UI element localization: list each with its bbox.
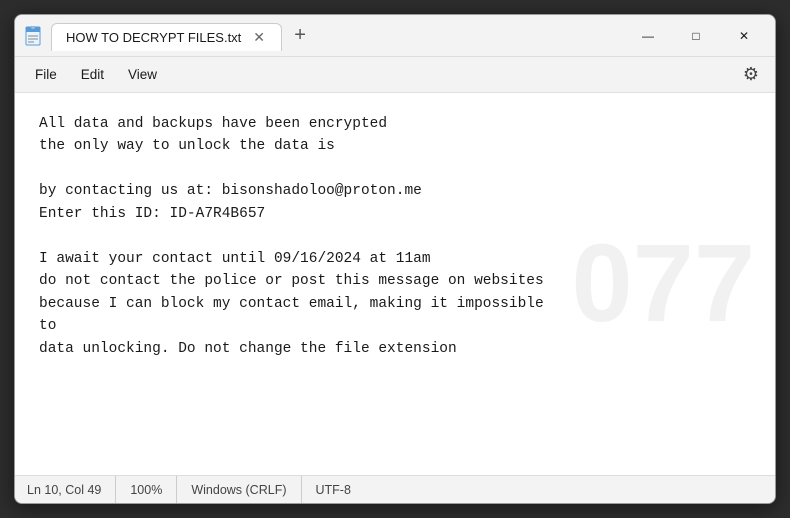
tab-title: HOW TO DECRYPT FILES.txt xyxy=(66,30,241,45)
window-controls: — □ ✕ xyxy=(625,20,767,52)
menu-view[interactable]: View xyxy=(116,63,169,86)
zoom-level: 100% xyxy=(116,476,177,503)
tab-close-button[interactable]: ✕ xyxy=(251,30,267,44)
document-text: All data and backups have been encrypted… xyxy=(39,113,751,360)
line-ending: Windows (CRLF) xyxy=(177,476,301,503)
title-bar-left: HOW TO DECRYPT FILES.txt ✕ + xyxy=(23,22,314,50)
text-editor-area[interactable]: 077 All data and backups have been encry… xyxy=(15,93,775,475)
menu-bar: File Edit View ⚙ xyxy=(15,57,775,93)
notepad-window: HOW TO DECRYPT FILES.txt ✕ + — □ ✕ File … xyxy=(14,14,776,504)
encoding: UTF-8 xyxy=(302,476,365,503)
close-button[interactable]: ✕ xyxy=(721,20,767,52)
status-bar: Ln 10, Col 49 100% Windows (CRLF) UTF-8 xyxy=(15,475,775,503)
maximize-button[interactable]: □ xyxy=(673,20,719,52)
title-bar: HOW TO DECRYPT FILES.txt ✕ + — □ ✕ xyxy=(15,15,775,57)
app-icon xyxy=(23,26,43,46)
menu-file[interactable]: File xyxy=(23,63,69,86)
minimize-button[interactable]: — xyxy=(625,20,671,52)
menu-edit[interactable]: Edit xyxy=(69,63,116,86)
add-tab-button[interactable]: + xyxy=(286,22,314,50)
cursor-position: Ln 10, Col 49 xyxy=(27,476,116,503)
settings-icon[interactable]: ⚙ xyxy=(735,60,767,89)
active-tab[interactable]: HOW TO DECRYPT FILES.txt ✕ xyxy=(51,23,282,51)
